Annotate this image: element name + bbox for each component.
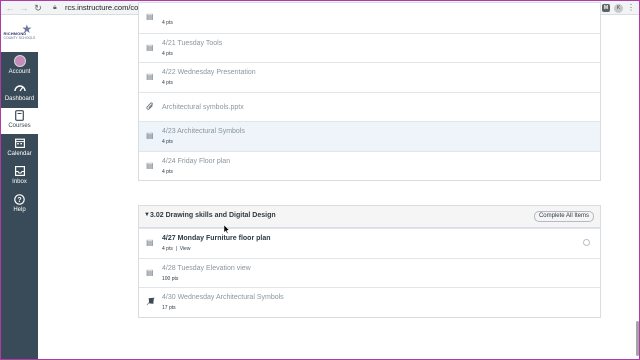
nav-calendar[interactable]: Calendar <box>1 136 38 162</box>
module-item[interactable]: ▤ 4/28 Tuesday Elevation view 100 pts <box>139 257 600 288</box>
nav-account[interactable]: Account <box>1 54 38 80</box>
module-item[interactable]: ▤ 4/27 Monday Furniture floor plan 4 pts… <box>139 228 600 258</box>
account-avatar-icon <box>13 55 26 67</box>
svg-text:?: ? <box>17 197 21 204</box>
mouse-cursor-icon <box>224 225 230 234</box>
assignment-icon: ▤ <box>146 160 154 170</box>
item-title[interactable]: 4/23 Architectural Symbols <box>162 128 245 135</box>
item-meta: 4 pts | View <box>162 246 191 252</box>
back-arrow-icon[interactable]: ← <box>5 2 15 14</box>
nav-inbox-label: Inbox <box>12 179 27 185</box>
item-title[interactable]: 4/21 Tuesday Tools <box>162 40 222 47</box>
assignment-icon: ▤ <box>146 131 154 140</box>
extension-icon[interactable]: M <box>602 4 610 12</box>
item-points: 4 pts <box>162 20 173 26</box>
item-title[interactable]: 4/24 Friday Floor plan <box>162 158 230 165</box>
dashboard-icon <box>1 81 38 95</box>
module-item[interactable]: ▤ 4 pts <box>139 3 600 33</box>
item-points: 4 pts <box>162 246 173 252</box>
completion-circle-icon <box>583 239 590 246</box>
nav-help-label: Help <box>13 207 26 213</box>
browser-menu-icon[interactable]: ⋮ <box>627 2 635 14</box>
calendar-icon <box>1 136 38 150</box>
profile-avatar[interactable]: K <box>614 3 623 13</box>
module-item[interactable]: ▤ 4/23 Architectural Symbols 4 pts <box>139 121 600 151</box>
complete-all-items-badge: Complete All Items <box>533 211 594 222</box>
help-icon: ? <box>1 192 38 206</box>
module-item[interactable]: ▤ 4/22 Wednesday Presentation 4 pts <box>139 62 600 92</box>
nav-account-label: Account <box>8 69 31 75</box>
assignment-icon: ▤ <box>146 12 154 21</box>
nav-dashboard[interactable]: Dashboard <box>1 81 38 107</box>
nav-calendar-label: Calendar <box>7 151 32 157</box>
lock-icon: 🔒︎ <box>53 3 57 11</box>
nav-help[interactable]: ? Help <box>1 192 38 218</box>
item-title[interactable]: 4/30 Wednesday Architectural Symbols <box>162 294 284 301</box>
item-points: 4 pts <box>162 80 173 86</box>
assignment-icon: ▤ <box>146 238 154 247</box>
item-view-requirement: View <box>179 246 191 252</box>
module-header[interactable]: ▼ 3.02 Drawing skills and Digital Design… <box>139 206 600 228</box>
item-title[interactable]: Architectural symbols.pptx <box>162 104 244 111</box>
forward-arrow-icon[interactable]: → <box>19 2 29 14</box>
item-points: 17 pts <box>162 305 176 311</box>
item-points: 4 pts <box>162 50 173 57</box>
nav-courses-label: Courses <box>8 123 31 129</box>
module-previous: ▤ 4 pts ▤ 4/21 Tuesday Tools 4 pts ▤ 4/2… <box>138 2 601 181</box>
item-title[interactable]: 4/28 Tuesday Elevation view <box>162 265 251 272</box>
scrollbar[interactable] <box>636 321 639 356</box>
module-item[interactable]: ▤ 4/21 Tuesday Tools 4 pts <box>139 32 600 63</box>
reload-icon[interactable]: ↻ <box>33 2 43 14</box>
app-frame: ← → ↻ 🔒︎ rcs.instructure.com/courses/130… <box>1 1 639 359</box>
module-item[interactable]: 4/30 Wednesday Architectural Symbols 17 … <box>139 287 600 317</box>
global-navigation: ★ RICHMOND COUNTY SCHOOLS Account Dashbo… <box>1 16 38 359</box>
module-item[interactable]: ▤ 4/24 Friday Floor plan 4 pts <box>139 150 600 181</box>
item-points: 100 pts <box>162 275 179 282</box>
module-3-02: ▼ 3.02 Drawing skills and Digital Design… <box>138 205 601 318</box>
quiz-rocket-icon <box>146 297 155 306</box>
assignment-icon: ▤ <box>146 72 154 81</box>
module-item[interactable]: Architectural symbols.pptx <box>139 91 600 122</box>
item-points: 4 pts <box>162 139 173 145</box>
nav-dashboard-label: Dashboard <box>4 96 35 102</box>
modules-content: ▤ 4 pts ▤ 4/21 Tuesday Tools 4 pts ▤ 4/2… <box>38 2 639 359</box>
inbox-icon <box>1 164 38 178</box>
book-icon <box>1 108 38 122</box>
item-title[interactable]: 4/27 Monday Furniture floor plan <box>162 235 271 242</box>
assignment-icon: ▤ <box>146 267 154 277</box>
logo-text-line2: COUNTY SCHOOLS <box>3 36 36 40</box>
module-name: 3.02 Drawing skills and Digital Design <box>150 212 276 219</box>
school-logo[interactable]: ★ RICHMOND COUNTY SCHOOLS <box>1 16 38 52</box>
attachment-icon <box>146 101 155 111</box>
item-title[interactable]: 4/22 Wednesday Presentation <box>162 69 256 76</box>
item-points: 4 pts <box>162 168 173 175</box>
assignment-icon: ▤ <box>146 42 154 52</box>
nav-inbox[interactable]: Inbox <box>1 164 38 190</box>
nav-courses[interactable]: Courses <box>1 108 38 134</box>
